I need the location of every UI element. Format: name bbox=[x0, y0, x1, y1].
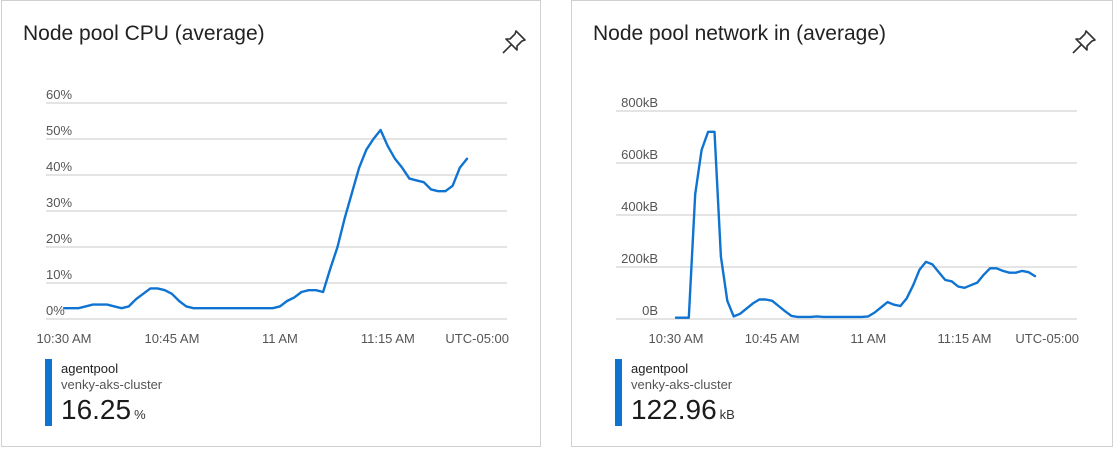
cpu-chart-card: Node pool CPU (average) 0% 10% 20% 30% 40% 50… bbox=[1, 0, 541, 447]
x-tick-label: 10:30 AM bbox=[37, 331, 92, 346]
timezone-label: UTC-05:00 bbox=[1015, 331, 1079, 346]
x-tick-label: 10:45 AM bbox=[144, 331, 199, 346]
y-tick-label: 200kB bbox=[621, 251, 658, 266]
y-tick-label: 0B bbox=[642, 303, 658, 318]
y-tick-label: 800kB bbox=[621, 95, 658, 110]
network-chart-card: Node pool network in (average) 0B 200kB 40… bbox=[571, 0, 1113, 447]
x-tick-label: 11 AM bbox=[262, 331, 298, 346]
y-tick-label: 40% bbox=[46, 159, 72, 174]
x-tick-label: 10:45 AM bbox=[745, 331, 800, 346]
legend-summary-value: 122.96 kB bbox=[631, 394, 735, 426]
legend-value-number: 16.25 bbox=[61, 394, 132, 425]
legend-color-bar bbox=[615, 359, 622, 426]
y-tick-label: 60% bbox=[46, 87, 72, 102]
chart-legend[interactable]: agentpool venky-aks-cluster 16.25% bbox=[45, 358, 345, 428]
x-tick-label: 11 AM bbox=[850, 331, 886, 346]
y-tick-label: 600kB bbox=[621, 147, 658, 162]
chart-legend[interactable]: agentpool venky-aks-cluster 122.96 kB bbox=[615, 358, 915, 428]
legend-resource-name: venky-aks-cluster bbox=[61, 377, 163, 392]
y-tick-label: 0% bbox=[46, 303, 65, 318]
legend-summary-value: 16.25% bbox=[61, 394, 146, 426]
legend-series-name: agentpool bbox=[631, 361, 689, 376]
series-line-agentpool[interactable] bbox=[62, 128, 469, 310]
legend-value-unit: % bbox=[134, 407, 146, 422]
cpu-line-chart: 0% 10% 20% 30% 40% 50% 60% 10:30 AM 10:45 AM 11 A… bbox=[37, 87, 509, 346]
y-tick-label: 400kB bbox=[621, 199, 658, 214]
network-line-chart: 0B 200kB 400kB 600kB 800kB 10:30 AM 10:45 AM 11… bbox=[616, 95, 1079, 346]
y-tick-label: 50% bbox=[46, 123, 72, 138]
legend-series-name: agentpool bbox=[61, 361, 119, 376]
legend-value-unit: kB bbox=[719, 407, 735, 422]
y-tick-label: 30% bbox=[46, 195, 72, 210]
legend-value-number: 122.96 bbox=[631, 394, 717, 425]
legend-resource-name: venky-aks-cluster bbox=[631, 377, 733, 392]
x-tick-label: 11:15 AM bbox=[937, 331, 991, 346]
x-tick-label: 10:30 AM bbox=[649, 331, 704, 346]
legend-color-bar bbox=[45, 359, 52, 426]
series-line-agentpool[interactable] bbox=[674, 130, 1037, 319]
y-tick-label: 10% bbox=[46, 267, 72, 282]
timezone-label: UTC-05:00 bbox=[445, 331, 509, 346]
y-tick-label: 20% bbox=[46, 231, 72, 246]
x-tick-label: 11:15 AM bbox=[361, 331, 415, 346]
